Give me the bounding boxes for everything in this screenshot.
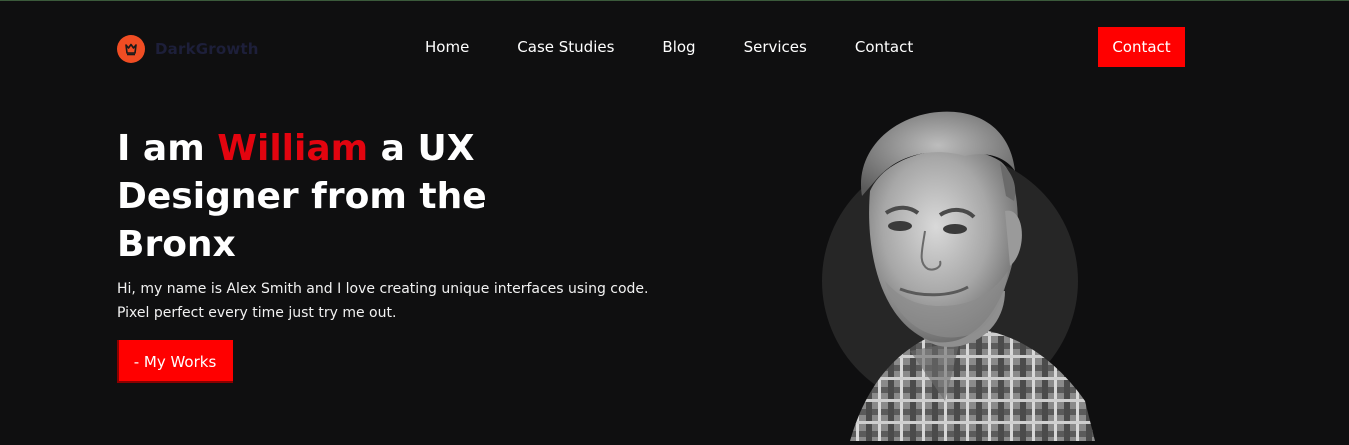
crown-icon bbox=[117, 35, 145, 63]
main-nav: Home Case Studies Blog Services Contact bbox=[425, 38, 913, 56]
nav-blog[interactable]: Blog bbox=[662, 38, 695, 56]
brand-logo-link[interactable]: DarkGrowth bbox=[117, 35, 259, 63]
nav-services[interactable]: Services bbox=[744, 38, 807, 56]
nav-home[interactable]: Home bbox=[425, 38, 469, 56]
my-works-button[interactable]: - My Works bbox=[117, 340, 233, 383]
contact-button[interactable]: Contact bbox=[1098, 27, 1185, 67]
portrait-image bbox=[800, 101, 1100, 441]
site-header: DarkGrowth Home Case Studies Blog Servic… bbox=[0, 1, 1349, 93]
hero-title-name: William bbox=[217, 128, 369, 169]
nav-contact[interactable]: Contact bbox=[855, 38, 913, 56]
hero-title-prefix: I am bbox=[117, 128, 218, 169]
hero-title: I am William a UX Designer from the Bron… bbox=[117, 125, 517, 269]
nav-case-studies[interactable]: Case Studies bbox=[517, 38, 614, 56]
brand-name: DarkGrowth bbox=[155, 40, 259, 58]
hero-description: Hi, my name is Alex Smith and I love cre… bbox=[117, 281, 649, 321]
